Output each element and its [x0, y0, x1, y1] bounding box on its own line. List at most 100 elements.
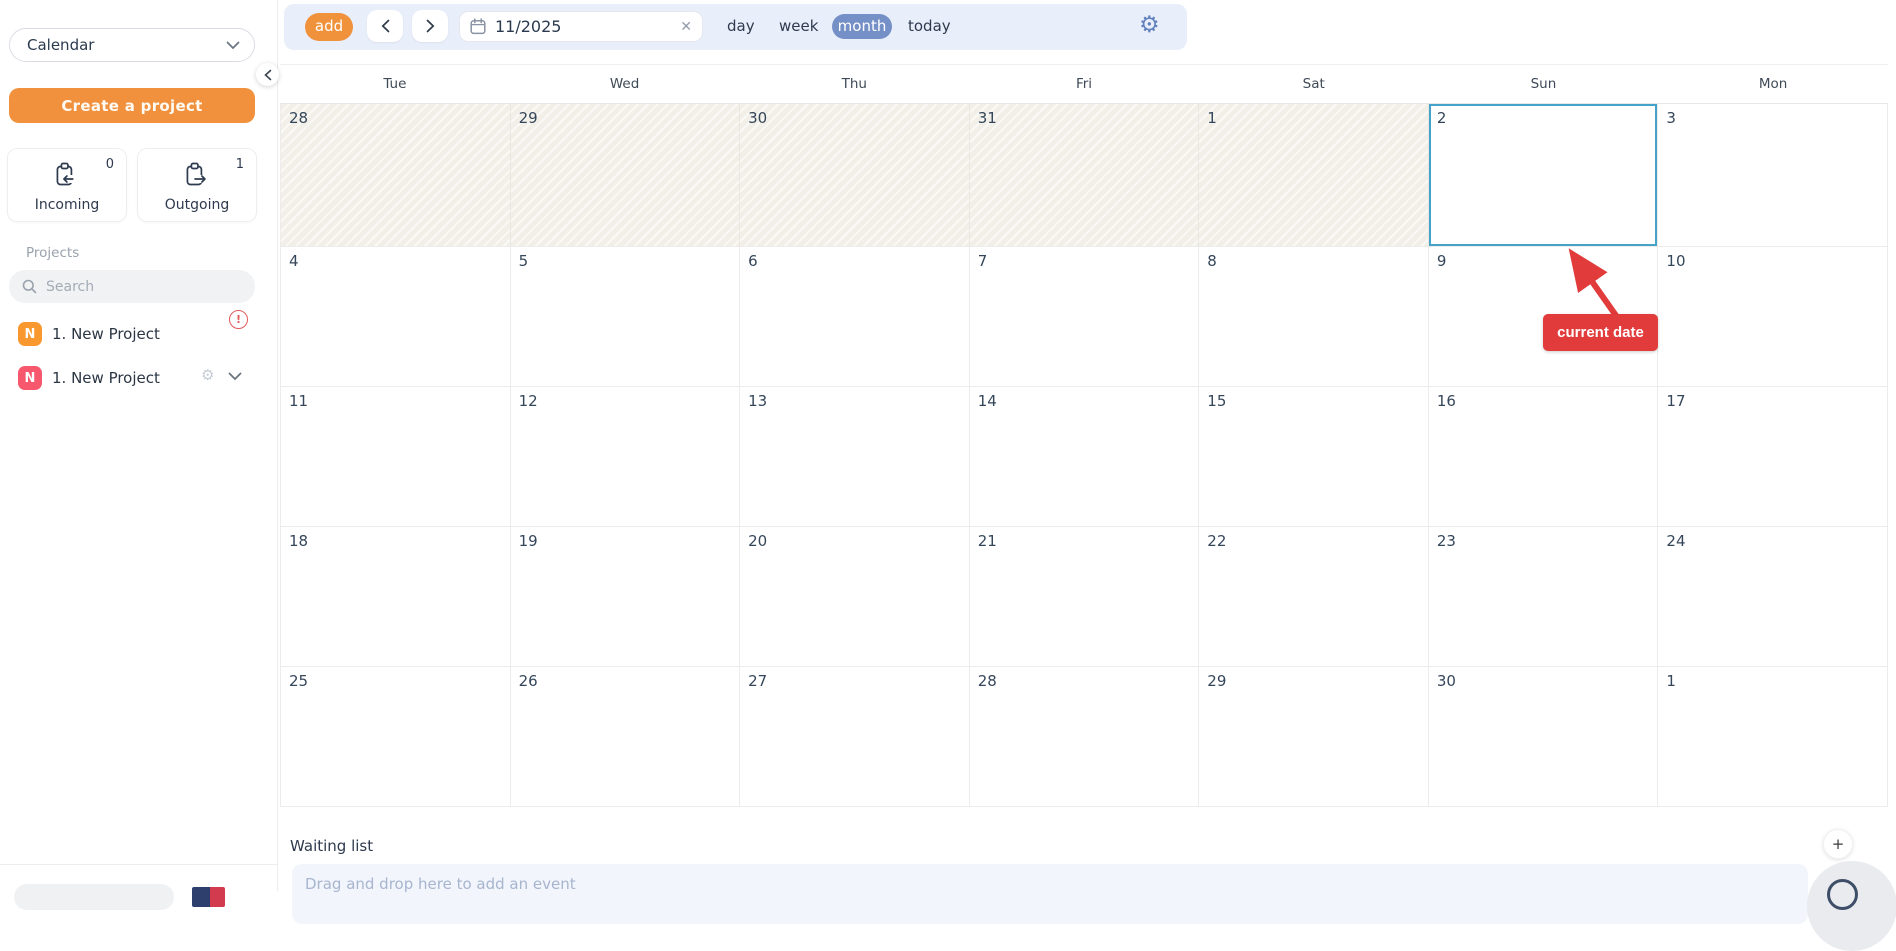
- workspace-select[interactable]: Calendar: [9, 28, 255, 62]
- calendar-day-cell[interactable]: 1: [1658, 667, 1888, 807]
- calendar-day-cell[interactable]: 3: [1658, 104, 1888, 247]
- calendar-day-cell[interactable]: 15: [1199, 387, 1429, 527]
- calendar-icon: [470, 18, 486, 35]
- day-number: 13: [748, 392, 767, 410]
- waiting-list-add-button[interactable]: +: [1823, 829, 1853, 859]
- month-calendar: Tue Wed Thu Fri Sat Sun Mon 28 29 30 31 …: [280, 64, 1888, 807]
- calendar-day-cell[interactable]: 23: [1429, 527, 1659, 667]
- calendar-day-cell[interactable]: 19: [511, 527, 741, 667]
- support-chat-button[interactable]: [1807, 861, 1896, 951]
- project-avatar: N: [18, 322, 42, 346]
- project-row-2[interactable]: N 1. New Project ⚙: [0, 363, 278, 393]
- view-today-button[interactable]: today: [908, 17, 951, 35]
- calendar-day-cell[interactable]: 7: [970, 247, 1200, 387]
- search-icon: [22, 279, 37, 294]
- calendar-day-cell[interactable]: 26: [511, 667, 741, 807]
- calendar-day-cell[interactable]: 29: [1199, 667, 1429, 807]
- sidebar: Calendar Create a project 0 Incoming 1: [0, 0, 278, 891]
- day-number: 11: [289, 392, 308, 410]
- calendar-day-cell[interactable]: 18: [281, 527, 511, 667]
- weekday-header: Mon: [1658, 65, 1888, 103]
- day-number: 22: [1207, 532, 1226, 550]
- calendar-day-cell[interactable]: 31: [970, 104, 1200, 247]
- add-event-button[interactable]: add: [305, 13, 353, 41]
- day-number: 30: [748, 109, 767, 127]
- calendar-day-cell[interactable]: 8: [1199, 247, 1429, 387]
- calendar-toolbar: add ✕ day week month today ⚙: [284, 4, 1187, 50]
- bottom-pill-button[interactable]: [14, 884, 174, 910]
- calendar-day-cell[interactable]: 10: [1658, 247, 1888, 387]
- settings-gear-icon[interactable]: ⚙: [1139, 12, 1160, 38]
- outgoing-card[interactable]: 1 Outgoing: [137, 148, 257, 222]
- calendar-day-cell[interactable]: 21: [970, 527, 1200, 667]
- incoming-card[interactable]: 0 Incoming: [7, 148, 127, 222]
- waiting-list-drop-area[interactable]: Drag and drop here to add an event: [292, 864, 1808, 924]
- next-month-button[interactable]: [412, 10, 448, 42]
- project-avatar: N: [18, 366, 42, 390]
- calendar-day-cell[interactable]: 29: [511, 104, 741, 247]
- calendar-day-cell-selected-current-date[interactable]: 2: [1429, 104, 1659, 247]
- sidebar-collapse-button[interactable]: [256, 63, 279, 86]
- day-number: 2: [1437, 109, 1447, 127]
- calendar-day-cell[interactable]: 13: [740, 387, 970, 527]
- project-settings-icon[interactable]: ⚙: [201, 366, 214, 384]
- project-row-1[interactable]: N 1. New Project !: [0, 319, 278, 349]
- calendar-day-cell[interactable]: 6: [740, 247, 970, 387]
- calendar-day-cell[interactable]: 30: [740, 104, 970, 247]
- calendar-day-cell[interactable]: 28: [970, 667, 1200, 807]
- previous-month-button[interactable]: [367, 10, 403, 42]
- day-number: 31: [978, 109, 997, 127]
- day-number: 4: [289, 252, 299, 270]
- weekday-header: Fri: [969, 65, 1199, 103]
- calendar-day-cell[interactable]: 27: [740, 667, 970, 807]
- calendar-day-cell[interactable]: 25: [281, 667, 511, 807]
- day-number: 1: [1666, 672, 1676, 690]
- outgoing-count: 1: [236, 157, 244, 172]
- day-number: 10: [1666, 252, 1685, 270]
- person-head-icon: [1827, 879, 1858, 910]
- create-project-button[interactable]: Create a project: [9, 88, 255, 123]
- calendar-day-cell[interactable]: 20: [740, 527, 970, 667]
- weekday-header: Thu: [739, 65, 969, 103]
- outgoing-clipboard-icon: [182, 161, 208, 188]
- day-number: 25: [289, 672, 308, 690]
- calendar-day-cell[interactable]: 11: [281, 387, 511, 527]
- date-input[interactable]: [495, 17, 655, 36]
- day-number: 5: [519, 252, 529, 270]
- waiting-list-title: Waiting list: [290, 837, 373, 855]
- calendar-day-cell[interactable]: 1: [1199, 104, 1429, 247]
- day-number: 8: [1207, 252, 1217, 270]
- calendar-day-cell[interactable]: 17: [1658, 387, 1888, 527]
- day-number: 28: [978, 672, 997, 690]
- project-expand-chevron-icon[interactable]: [228, 372, 242, 381]
- calendar-day-cell[interactable]: 12: [511, 387, 741, 527]
- day-number: 30: [1437, 672, 1456, 690]
- day-number: 6: [748, 252, 758, 270]
- day-number: 15: [1207, 392, 1226, 410]
- weekday-header: Wed: [510, 65, 740, 103]
- project-alert-icon[interactable]: !: [229, 310, 248, 329]
- weekday-header: Sat: [1199, 65, 1429, 103]
- view-month-button-active[interactable]: month: [832, 14, 892, 39]
- day-number: 26: [519, 672, 538, 690]
- language-flag-icon[interactable]: [192, 887, 225, 907]
- outgoing-label: Outgoing: [138, 197, 256, 213]
- calendar-day-cell[interactable]: 30: [1429, 667, 1659, 807]
- current-date-annotation-badge: current date: [1543, 314, 1658, 351]
- project-name: 1. New Project: [52, 325, 160, 343]
- calendar-day-cell[interactable]: 22: [1199, 527, 1429, 667]
- calendar-day-cell[interactable]: 24: [1658, 527, 1888, 667]
- view-day-button[interactable]: day: [727, 17, 755, 35]
- calendar-day-cell[interactable]: 28: [281, 104, 511, 247]
- chevron-down-icon: [226, 41, 240, 50]
- day-number: 20: [748, 532, 767, 550]
- search-input[interactable]: [46, 279, 226, 295]
- calendar-day-cell[interactable]: 14: [970, 387, 1200, 527]
- calendar-day-cell[interactable]: 16: [1429, 387, 1659, 527]
- date-input-field[interactable]: ✕: [459, 11, 703, 42]
- calendar-day-cell[interactable]: 5: [511, 247, 741, 387]
- day-number: 9: [1437, 252, 1447, 270]
- calendar-day-cell[interactable]: 4: [281, 247, 511, 387]
- view-week-button[interactable]: week: [779, 17, 818, 35]
- clear-date-icon[interactable]: ✕: [680, 19, 692, 35]
